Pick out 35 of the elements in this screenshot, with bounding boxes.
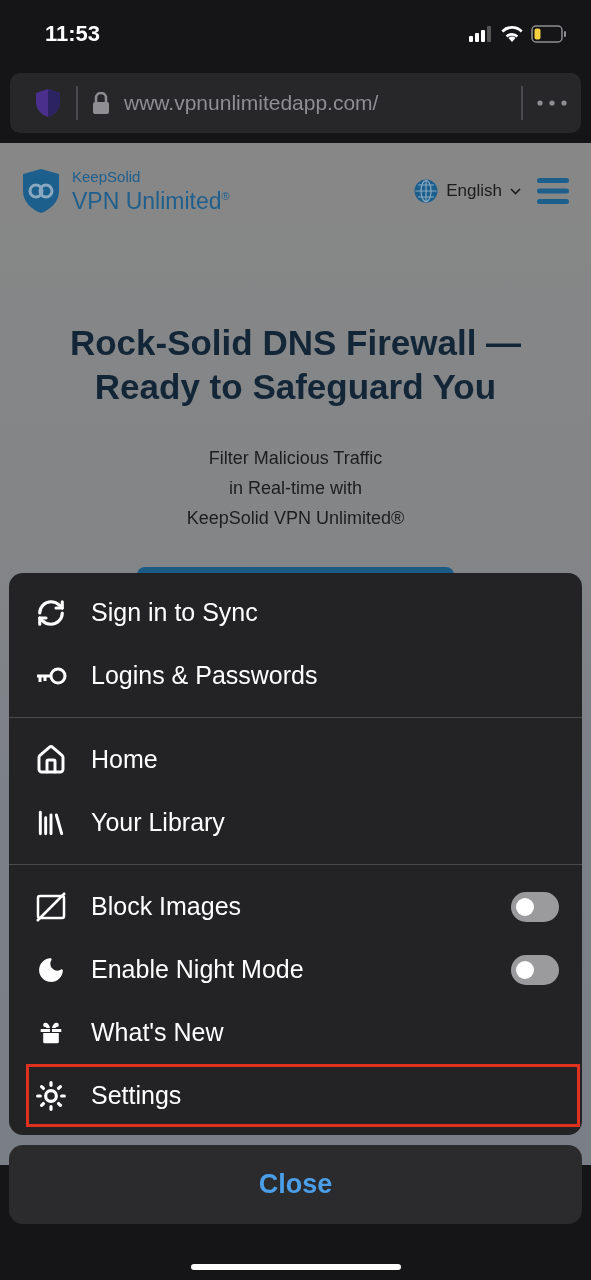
battery-icon bbox=[531, 25, 567, 43]
product-name: VPN Unlimited$^{®}$ bbox=[72, 186, 230, 213]
close-button[interactable]: Close bbox=[9, 1145, 582, 1224]
headline: Ready to Safeguard You bbox=[93, 366, 498, 408]
menu-item[interactable]: Logins & Passwords bbox=[91, 661, 555, 690]
menu-item[interactable]: Block Images bbox=[91, 892, 487, 921]
image-off-icon bbox=[35, 890, 67, 923]
more-icon[interactable] bbox=[537, 100, 567, 106]
menu-item[interactable]: Settings bbox=[91, 1081, 555, 1110]
chevron-down-icon[interactable] bbox=[510, 187, 521, 195]
address-bar[interactable]: www.vpnunlimitedapp.com/ bbox=[10, 73, 581, 133]
status-time: 11:53 bbox=[45, 21, 101, 47]
menu-item[interactable]: Your Library bbox=[91, 808, 555, 837]
menu-item[interactable]: Sign in to Sync bbox=[91, 598, 555, 627]
shield-logo-icon bbox=[22, 168, 60, 214]
lock-icon bbox=[92, 92, 110, 114]
home-icon bbox=[35, 743, 67, 776]
sun-icon bbox=[35, 1078, 67, 1113]
globe-icon[interactable] bbox=[414, 179, 439, 203]
menu-item[interactable]: What's New bbox=[91, 1018, 555, 1047]
sync-icon bbox=[36, 597, 66, 628]
toggle-switch[interactable] bbox=[511, 891, 559, 922]
wifi-icon bbox=[501, 26, 523, 42]
brand-name: KeepSolid bbox=[72, 169, 142, 185]
subtitle-line: Filter Malicious Traffic bbox=[207, 447, 384, 470]
url-text: www.vpnunlimitedapp.com/ bbox=[124, 91, 380, 115]
subtitle-line: in Real-time with bbox=[227, 477, 363, 500]
subtitle-line: KeepSolid VPN Unlimited® bbox=[186, 507, 405, 530]
toggle-switch[interactable] bbox=[511, 954, 559, 985]
menu-item[interactable]: Enable Night Mode bbox=[91, 955, 487, 984]
language-selector[interactable]: English bbox=[446, 181, 502, 201]
signal-icon bbox=[469, 26, 493, 42]
headline: Rock-Solid DNS Firewall — bbox=[69, 322, 522, 364]
key-icon bbox=[35, 665, 67, 686]
menu-item[interactable]: Home bbox=[91, 745, 555, 774]
